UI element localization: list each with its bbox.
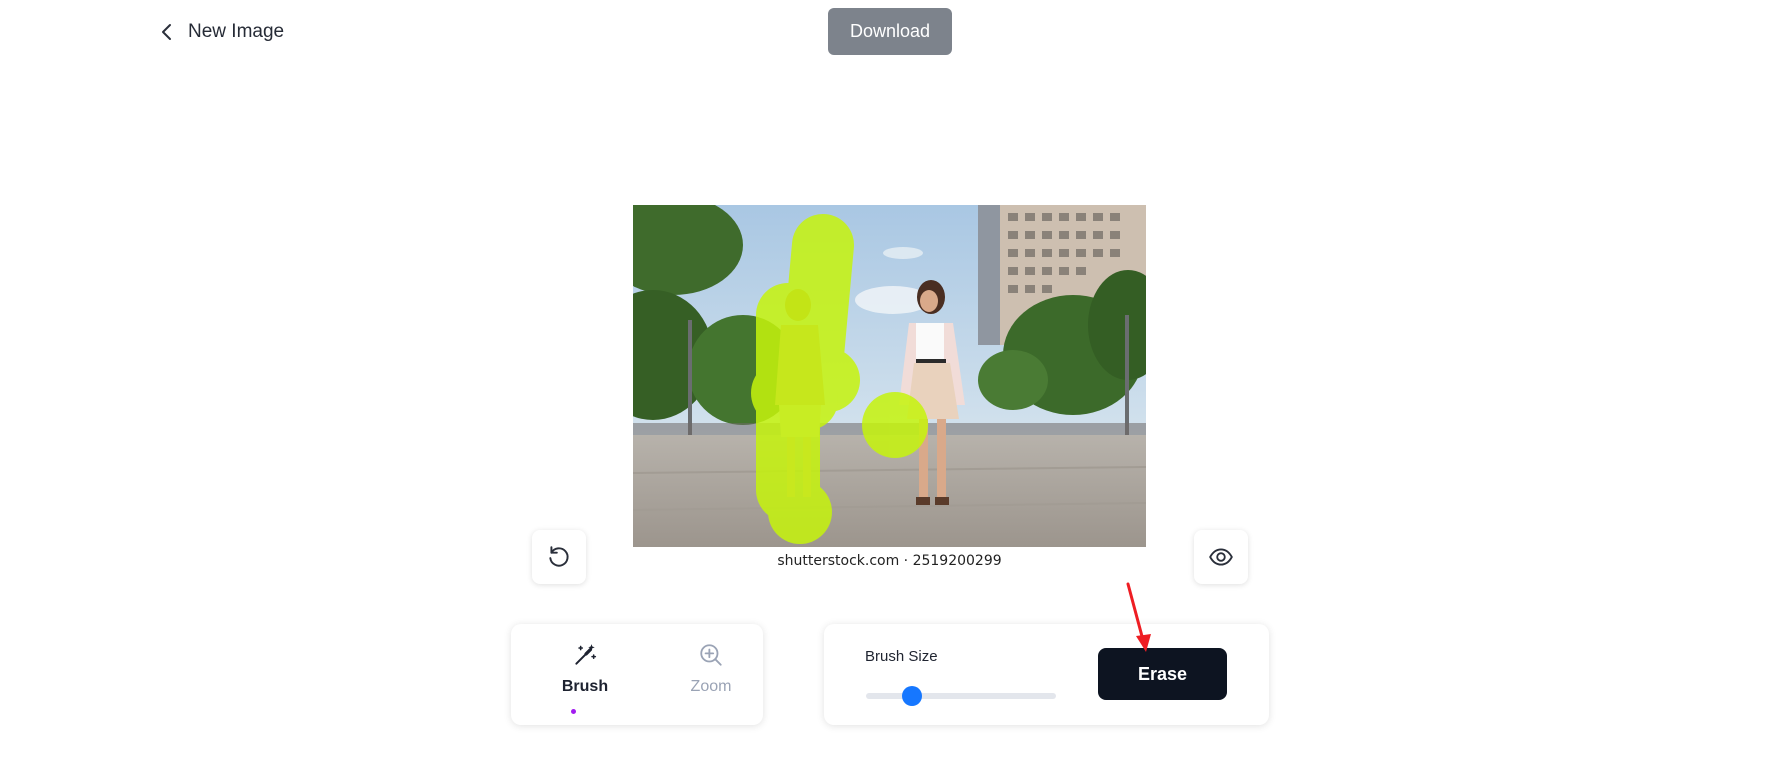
- erase-button[interactable]: Erase: [1098, 648, 1227, 700]
- back-link-label: New Image: [188, 21, 285, 42]
- zoom-tool-button[interactable]: Zoom: [666, 642, 756, 696]
- preview-toggle-button[interactable]: [1194, 530, 1248, 584]
- brush-size-label: Brush Size: [865, 648, 938, 665]
- eye-icon: [1209, 548, 1233, 566]
- image-caption: shutterstock.com · 2519200299: [777, 553, 1002, 569]
- zoom-tool-label: Zoom: [690, 678, 732, 695]
- chevron-left-icon: [162, 24, 171, 40]
- reset-button[interactable]: [532, 530, 586, 584]
- back-to-new-image-link[interactable]: New Image: [160, 16, 284, 48]
- magic-wand-icon: [575, 644, 597, 665]
- zoom-in-icon: [700, 644, 722, 666]
- tool-selector-panel: Brush Zoom: [511, 624, 763, 725]
- brush-size-slider[interactable]: [866, 686, 1056, 706]
- slider-track: [866, 693, 1056, 699]
- download-button[interactable]: Download: [828, 8, 952, 55]
- active-tool-indicator: [571, 709, 576, 714]
- brush-tool-button[interactable]: Brush: [540, 642, 630, 696]
- image-canvas[interactable]: [633, 205, 1146, 547]
- brush-tool-label: Brush: [561, 678, 609, 695]
- slider-thumb[interactable]: [901, 686, 922, 706]
- brush-settings-panel: Brush Size Erase: [824, 624, 1269, 725]
- rotate-ccw-icon: [549, 546, 569, 567]
- photo-with-mask: [633, 205, 1146, 547]
